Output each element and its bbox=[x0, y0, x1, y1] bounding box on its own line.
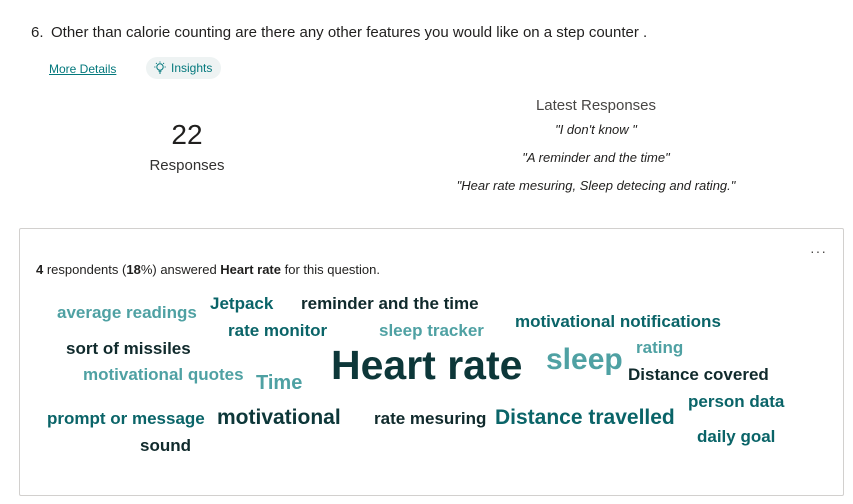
more-options-icon[interactable]: ··· bbox=[810, 244, 827, 258]
keyword-summary: 4 respondents (18%) answered Heart rate … bbox=[36, 262, 380, 277]
word-cloud-term[interactable]: Heart rate bbox=[331, 345, 522, 386]
summary-text: for this question. bbox=[281, 262, 380, 277]
word-cloud-term[interactable]: average readings bbox=[57, 304, 197, 321]
summary-percent: 18 bbox=[126, 262, 141, 277]
summary-text: %) answered bbox=[140, 262, 221, 277]
word-cloud-term[interactable]: motivational bbox=[217, 407, 341, 428]
word-cloud-term[interactable]: prompt or message bbox=[47, 410, 205, 427]
question-text: Other than calorie counting are there an… bbox=[51, 24, 648, 41]
response-count: 22 bbox=[171, 119, 203, 150]
word-cloud-term[interactable]: sort of missiles bbox=[66, 340, 191, 357]
insights-label: Insights bbox=[171, 61, 213, 75]
word-cloud-term[interactable]: Time bbox=[256, 373, 302, 393]
lightbulb-icon bbox=[153, 61, 167, 75]
word-cloud-term[interactable]: Jetpack bbox=[210, 295, 273, 312]
word-cloud-term[interactable]: rating bbox=[636, 339, 683, 356]
latest-responses-title: Latest Responses bbox=[535, 97, 657, 114]
word-cloud-term[interactable]: Distance covered bbox=[628, 366, 769, 383]
word-cloud-term[interactable]: Distance travelled bbox=[495, 407, 675, 428]
latest-response: "A reminder and the time" bbox=[522, 150, 670, 165]
summary-keyword: Heart rate bbox=[220, 262, 281, 277]
word-cloud-term[interactable]: sleep bbox=[546, 345, 623, 375]
word-cloud-term[interactable]: sound bbox=[140, 437, 191, 454]
question-number: 6. bbox=[31, 24, 44, 41]
summary-text: respondents ( bbox=[43, 262, 127, 277]
word-cloud-term[interactable]: motivational notifications bbox=[515, 313, 721, 330]
word-cloud-term[interactable]: person data bbox=[688, 393, 784, 410]
latest-response: "Hear rate mesuring, Sleep detecing and … bbox=[456, 178, 736, 193]
more-details-link[interactable]: More Details bbox=[49, 62, 116, 76]
word-cloud-term[interactable]: reminder and the time bbox=[301, 295, 479, 312]
word-cloud-term[interactable]: sleep tracker bbox=[379, 322, 484, 339]
word-cloud-term[interactable]: motivational quotes bbox=[83, 366, 244, 383]
word-cloud-term[interactable]: rate monitor bbox=[228, 322, 327, 339]
word-cloud-term[interactable]: daily goal bbox=[697, 428, 775, 445]
insights-button[interactable]: Insights bbox=[146, 57, 222, 79]
latest-response: "I don't know " bbox=[555, 122, 637, 137]
word-cloud-term[interactable]: rate mesuring bbox=[374, 410, 486, 427]
response-count-label: Responses bbox=[149, 157, 225, 174]
